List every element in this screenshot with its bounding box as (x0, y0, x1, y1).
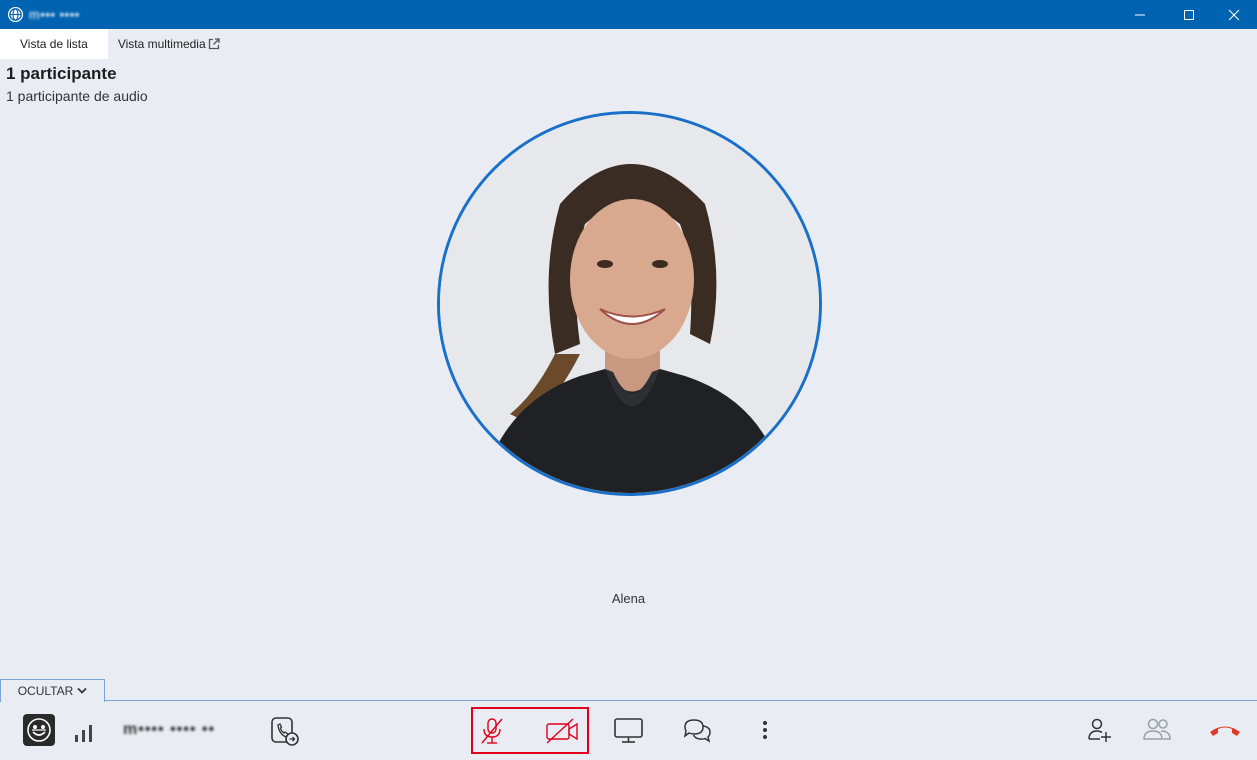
close-icon (1228, 9, 1240, 20)
add-participant-button[interactable] (1086, 716, 1112, 744)
external-link-icon[interactable] (207, 37, 221, 51)
screen-share-icon (614, 718, 643, 743)
view-tabs: Vista de lista Vista multimedia (0, 29, 220, 59)
title-bar: m••• •••• (0, 0, 1257, 29)
more-vertical-icon (763, 721, 767, 739)
more-options-button[interactable] (755, 715, 775, 745)
participant-name: Alena (611, 591, 646, 606)
emoji-status-icon[interactable] (23, 714, 55, 746)
close-button[interactable] (1214, 0, 1254, 29)
call-toolbar: m•••• •••• •• (0, 700, 1257, 760)
minimize-icon (1135, 14, 1145, 15)
audio-participant-count: 1 participante de audio (6, 88, 148, 104)
window-title: m••• •••• (29, 7, 80, 22)
add-participant-icon (1088, 718, 1111, 742)
maximize-icon (1184, 9, 1194, 20)
dialpad-transfer-icon (271, 717, 299, 746)
camera-button[interactable] (544, 716, 580, 746)
screen-share-button[interactable] (612, 715, 645, 745)
chat-button[interactable] (681, 715, 713, 745)
participant-photo (440, 114, 819, 493)
camera-off-icon (546, 718, 578, 744)
maximize-button[interactable] (1169, 0, 1209, 29)
tab-media-view[interactable]: Vista multimedia (108, 29, 220, 59)
participants-icon (1143, 718, 1171, 740)
participants-button[interactable] (1141, 716, 1173, 744)
globe-icon (7, 6, 24, 23)
chat-icon (683, 719, 711, 743)
tab-list-view[interactable]: Vista de lista (0, 29, 108, 59)
hide-toolbar-button[interactable]: OCULTAR (0, 679, 105, 702)
participant-avatar (437, 111, 822, 496)
hang-up-button[interactable] (1207, 719, 1243, 741)
signal-strength-icon (73, 721, 97, 743)
dialpad-transfer-button[interactable] (269, 715, 301, 747)
chevron-down-icon (77, 687, 87, 694)
hang-up-icon (1210, 726, 1240, 736)
hide-label: OCULTAR (17, 684, 74, 698)
microphone-button[interactable] (478, 716, 506, 746)
participant-count-title: 1 participante (6, 64, 117, 83)
contact-name: m•••• •••• •• (123, 721, 216, 738)
minimize-button[interactable] (1120, 0, 1160, 29)
microphone-muted-icon (481, 718, 503, 744)
